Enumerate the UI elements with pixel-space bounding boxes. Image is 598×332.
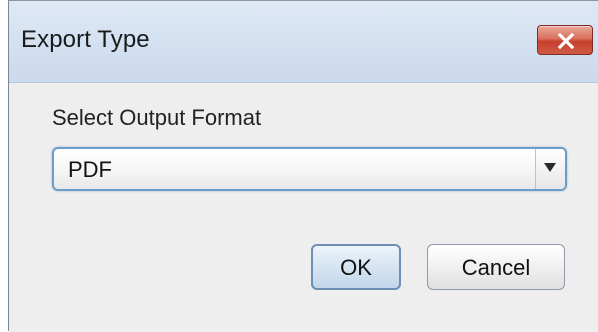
dropdown-arrow-button[interactable]	[535, 149, 565, 189]
close-x-icon	[557, 33, 575, 49]
output-format-label: Select Output Format	[52, 105, 262, 130]
export-type-dialog: Export Type Select Output Format PDF OK …	[8, 0, 598, 332]
cancel-button[interactable]: Cancel	[427, 244, 565, 290]
ok-button[interactable]: OK	[311, 244, 401, 290]
title-bar[interactable]: Export Type	[9, 1, 598, 83]
dialog-content: Select Output Format PDF OK Cancel	[9, 83, 598, 332]
chevron-down-icon	[544, 163, 556, 172]
selected-format-value: PDF	[68, 157, 112, 182]
dialog-title: Export Type	[21, 26, 150, 53]
close-button[interactable]	[537, 25, 593, 55]
output-format-select[interactable]: PDF	[52, 147, 567, 191]
